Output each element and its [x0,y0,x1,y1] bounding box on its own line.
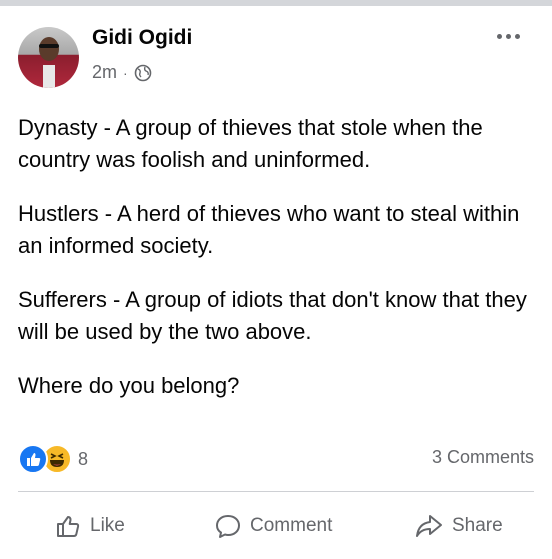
post-paragraph: Hustlers - A herd of thieves who want to… [18,201,520,258]
avatar[interactable] [18,27,79,88]
more-dot [506,33,511,39]
thumbs-up-icon [54,512,82,540]
more-dot [515,33,520,39]
post-body: Dynasty - A group of thieves that stole … [18,112,538,424]
share-arrow-icon [414,512,444,540]
action-bar: Like Comment Share [0,508,552,544]
post-time[interactable]: 2m [92,62,117,83]
avatar-shirt [43,65,55,88]
avatar-face [39,37,59,61]
more-options-icon[interactable] [497,28,523,44]
more-dot [497,33,502,39]
meta-separator: · [123,64,128,81]
like-reaction-icon [18,444,48,474]
comment-button[interactable]: Comment [214,508,332,544]
comments-count[interactable]: 3 Comments [432,447,534,468]
like-button[interactable]: Like [54,508,125,544]
comment-label: Comment [250,515,333,536]
post-paragraph: Where do you belong? [18,373,240,398]
post-meta: 2m · [92,62,152,83]
top-border [0,0,552,6]
author-name[interactable]: Gidi Ogidi [92,26,192,50]
share-button[interactable]: Share [414,508,503,544]
comment-bubble-icon [214,512,242,540]
globe-icon[interactable] [134,64,152,82]
like-label: Like [90,515,125,536]
share-label: Share [452,515,503,536]
reaction-summary[interactable]: 8 [18,444,88,474]
post-paragraph: Dynasty - A group of thieves that stole … [18,115,483,172]
avatar-glasses [39,44,59,48]
divider [18,491,534,492]
post-paragraph: Sufferers - A group of idiots that don't… [18,287,527,344]
reaction-count: 8 [78,448,89,469]
